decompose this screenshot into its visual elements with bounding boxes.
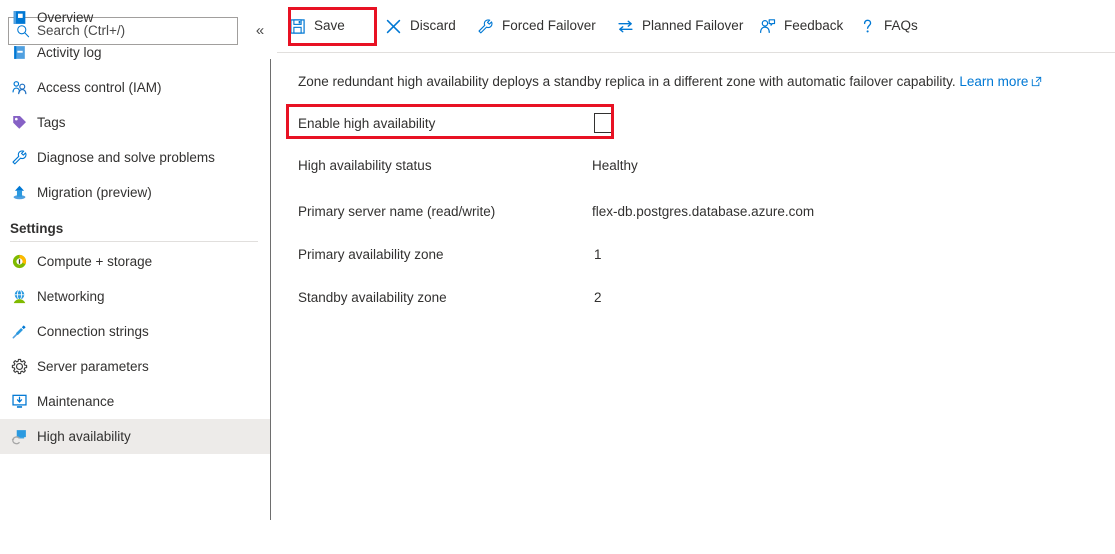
sidebar-item-label: Overview	[37, 9, 94, 25]
save-icon	[290, 18, 305, 34]
tags-icon	[13, 116, 26, 129]
command-label: Save	[314, 18, 345, 34]
sidebar-nav-primary: Overview Activity log Access control (IAM)…	[0, 0, 271, 210]
command-label: FAQs	[884, 18, 918, 34]
faqs-button[interactable]: FAQs	[859, 12, 918, 40]
sidebar-item-label: Server parameters	[37, 358, 149, 374]
sidebar-scrollbar[interactable]	[270, 59, 271, 520]
field-label: Standby availability zone	[298, 290, 447, 305]
sidebar-item-tags[interactable]: Tags	[0, 105, 271, 140]
sidebar-item-label: Activity log	[37, 44, 102, 60]
feedback-button[interactable]: Feedback	[759, 12, 843, 40]
sidebar-item-label: Networking	[37, 288, 105, 304]
sidebar-item-access-control-iam[interactable]: Access control (IAM)	[0, 70, 271, 105]
enable-high-availability-label: Enable high availability	[298, 116, 436, 131]
enable-high-availability-checkbox[interactable]	[594, 113, 614, 133]
field-label: Primary server name (read/write)	[298, 204, 496, 219]
learn-more-link[interactable]: Learn more	[959, 74, 1028, 89]
command-label: Planned Failover	[642, 18, 744, 34]
question-mark-icon	[863, 19, 872, 32]
sidebar-item-label: High availability	[37, 428, 131, 444]
field-row: Primary server name (read/write) flex-db.…	[298, 204, 998, 224]
sidebar-item-label: Migration (preview)	[37, 184, 152, 200]
sidebar-item-label: Access control (IAM)	[37, 79, 162, 95]
feedback-person-icon	[759, 18, 776, 33]
sidebar-item-label: Connection strings	[37, 323, 149, 339]
field-label: Primary availability zone	[298, 247, 444, 262]
main-content: Save Discard Forced Failover Planned Failov…	[277, 0, 1115, 554]
sidebar-nav-settings: Compute + storage Networking Connection st…	[0, 244, 271, 454]
field-value: 1	[594, 247, 602, 262]
access-control-icon	[12, 81, 27, 95]
field-value: 2	[594, 290, 602, 305]
field-row: Primary availability zone 1	[298, 247, 998, 267]
sidebar-item-diagnose-and-solve-problems[interactable]: Diagnose and solve problems	[0, 140, 271, 175]
networking-icon	[13, 289, 26, 304]
command-toolbar: Save Discard Forced Failover Planned Failov…	[277, 0, 1115, 52]
discard-x-icon	[386, 19, 401, 33]
sidebar-item-overview[interactable]: Overview	[0, 0, 271, 35]
activity-log-icon	[14, 46, 25, 59]
sidebar-item-networking[interactable]: Networking	[0, 279, 271, 314]
sidebar-item-compute-storage[interactable]: Compute + storage	[0, 244, 271, 279]
save-button[interactable]: Save	[289, 12, 345, 40]
sidebar-item-label: Compute + storage	[37, 253, 153, 269]
overview-icon	[13, 11, 26, 24]
sidebar-item-label: Maintenance	[37, 393, 115, 409]
migration-icon	[13, 185, 26, 200]
sidebar-item-label: Tags	[37, 114, 66, 130]
wrench-icon	[478, 18, 493, 33]
field-value: Healthy	[592, 158, 638, 173]
field-value: flex-db.postgres.database.azure.com	[592, 204, 815, 219]
sidebar-item-high-availability[interactable]: High availability	[0, 419, 271, 454]
sidebar-section-divider	[10, 241, 258, 242]
field-label: High availability status	[298, 158, 432, 173]
command-label: Forced Failover	[502, 18, 596, 34]
sidebar-item-connection-strings[interactable]: Connection strings	[0, 314, 271, 349]
sidebar-section-header-settings: Settings	[10, 221, 64, 236]
wrench-icon	[12, 150, 27, 165]
sidebar: Search (Ctrl+/) « Overview Activity log Ac…	[0, 0, 271, 554]
sidebar-item-server-parameters[interactable]: Server parameters	[0, 349, 271, 384]
discard-button[interactable]: Discard	[385, 12, 456, 40]
command-label: Discard	[410, 18, 456, 34]
enable-high-availability-row: Enable high availability	[298, 113, 628, 133]
field-row: High availability status Healthy	[298, 158, 998, 178]
swap-arrows-icon	[618, 20, 633, 32]
command-label: Feedback	[784, 18, 844, 34]
sidebar-item-label: Diagnose and solve problems	[37, 149, 215, 165]
ha-description: Zone redundant high availability deploys…	[298, 74, 1042, 91]
maintenance-icon	[12, 394, 27, 408]
field-row: Standby availability zone 2	[298, 290, 998, 310]
high-availability-icon	[11, 430, 26, 445]
sidebar-item-migration-preview[interactable]: Migration (preview)	[0, 175, 271, 210]
compute-storage-icon	[12, 254, 27, 269]
toolbar-divider	[277, 52, 1115, 53]
ha-description-text: Zone redundant high availability deploys…	[298, 74, 956, 89]
gear-icon	[11, 358, 28, 375]
planned-failover-button[interactable]: Planned Failover	[617, 12, 743, 40]
sidebar-item-activity-log[interactable]: Activity log	[0, 35, 271, 70]
sidebar-item-maintenance[interactable]: Maintenance	[0, 384, 271, 419]
connection-strings-icon	[12, 325, 26, 339]
external-link-icon	[1032, 76, 1042, 87]
forced-failover-button[interactable]: Forced Failover	[477, 12, 596, 40]
